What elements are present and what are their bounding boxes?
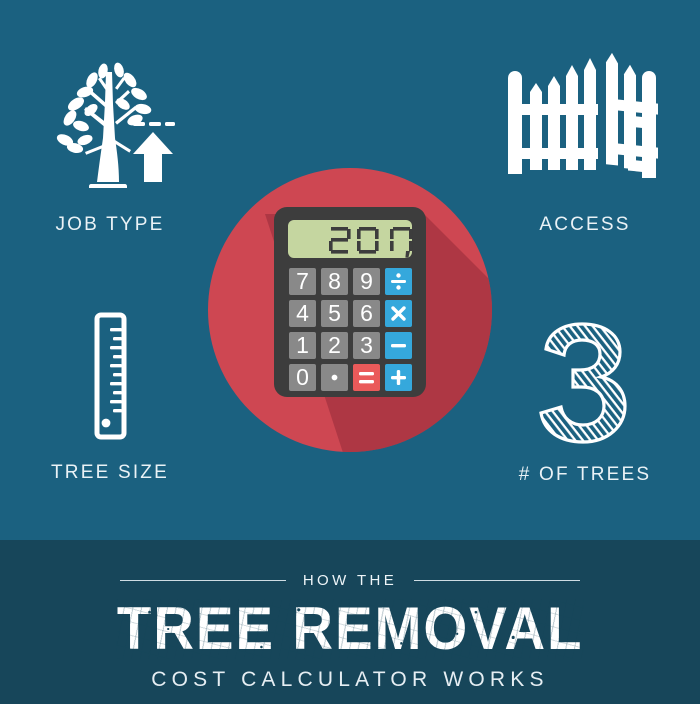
factor-tile-label: TREE SIZE bbox=[51, 462, 169, 483]
svg-text:1: 1 bbox=[296, 332, 309, 358]
title-block: HOW THE TREE REMOVAL COST CALCULATOR WOR… bbox=[0, 540, 700, 704]
eyebrow-row: HOW THE bbox=[120, 572, 581, 589]
factor-tile-num-trees[interactable]: # OF TREES bbox=[490, 322, 680, 486]
eyebrow-rule-right bbox=[414, 580, 581, 581]
factor-tile-label: JOB TYPE bbox=[55, 214, 165, 235]
tree-with-up-arrow-icon bbox=[35, 52, 185, 192]
factor-tile-label: ACCESS bbox=[539, 214, 631, 235]
vertical-ruler-icon bbox=[75, 312, 145, 440]
open-picket-gate-icon bbox=[500, 52, 670, 192]
svg-text:7: 7 bbox=[296, 268, 309, 294]
svg-text:5: 5 bbox=[328, 300, 341, 326]
svg-text:6: 6 bbox=[360, 300, 373, 326]
factor-tile-label: # OF TREES bbox=[518, 464, 652, 485]
headline-text: TREE REMOVAL bbox=[116, 595, 584, 662]
svg-text:8: 8 bbox=[328, 268, 341, 294]
infographic-header: JOB TYPE ACCESS TREE SIZE # OF TREES 7 8… bbox=[0, 0, 700, 704]
svg-text:0: 0 bbox=[296, 364, 309, 390]
svg-text:4: 4 bbox=[296, 300, 309, 326]
calculator-illustration[interactable]: 7 8 9 4 5 6 1 2 3 0 bbox=[208, 168, 492, 452]
factor-tile-job-type[interactable]: JOB TYPE bbox=[20, 52, 200, 236]
calculator-device: 7 8 9 4 5 6 1 2 3 0 bbox=[274, 207, 426, 397]
svg-text:2: 2 bbox=[328, 332, 341, 358]
factor-tile-access[interactable]: ACCESS bbox=[490, 52, 680, 236]
hatched-numeral-three-icon bbox=[530, 322, 640, 444]
eyebrow-text: HOW THE bbox=[302, 572, 398, 589]
headline: TREE REMOVAL bbox=[116, 599, 584, 659]
svg-text:3: 3 bbox=[360, 332, 373, 358]
factor-tile-tree-size[interactable]: TREE SIZE bbox=[20, 312, 200, 484]
subheadline: COST CALCULATOR WORKS bbox=[151, 668, 549, 691]
eyebrow-rule-left bbox=[120, 580, 286, 581]
svg-text:9: 9 bbox=[360, 268, 373, 294]
